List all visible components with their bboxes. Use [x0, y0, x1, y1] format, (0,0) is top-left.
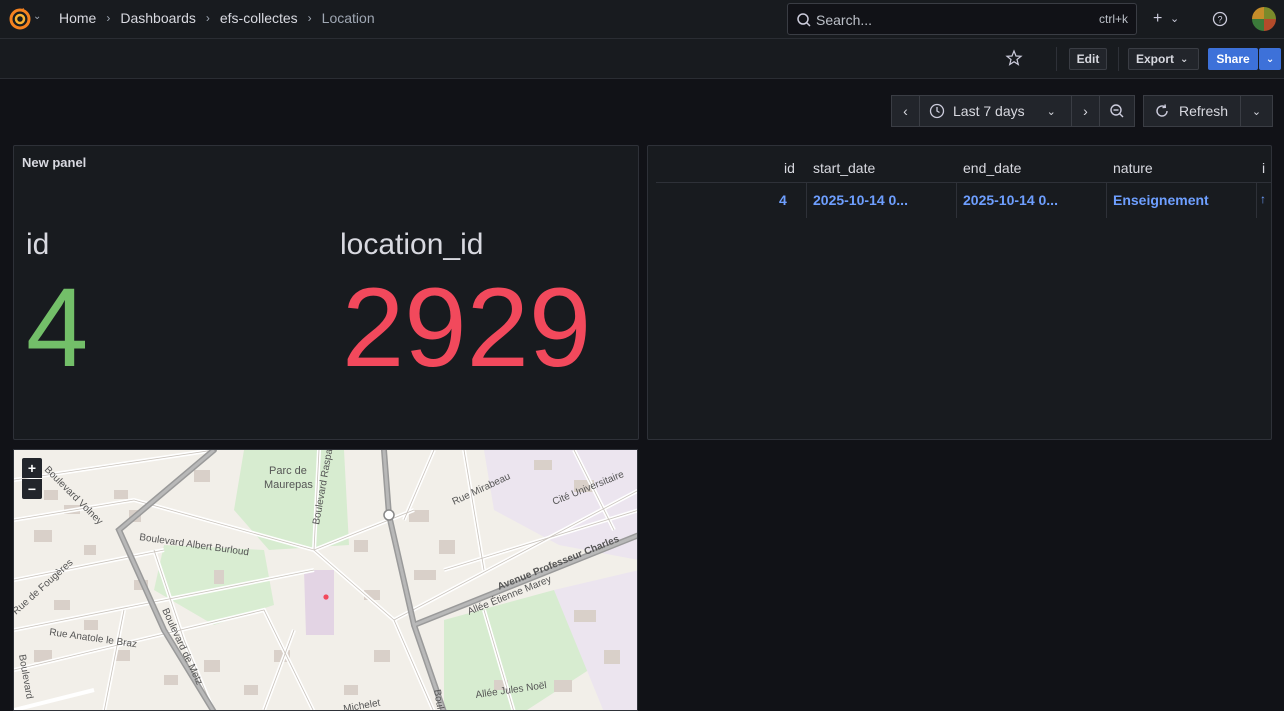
- table-header-nature[interactable]: nature: [1113, 160, 1153, 176]
- table-cell-start-date[interactable]: 2025-10-14 0...: [813, 192, 908, 208]
- table-header-id[interactable]: id: [784, 160, 795, 176]
- column-divider: [1106, 182, 1107, 218]
- time-range-forward-button[interactable]: ›: [1071, 95, 1100, 127]
- table-header-start-date[interactable]: start_date: [813, 160, 875, 176]
- map-label: Boulevard: [16, 654, 35, 700]
- divider: [1118, 47, 1119, 71]
- stat-label-location-id: location_id: [340, 228, 484, 261]
- search-input[interactable]: [816, 10, 1076, 30]
- divider: [1056, 47, 1057, 71]
- map-label: Rue Anatole le Braz: [49, 627, 138, 650]
- chevron-down-icon: ⌄: [1180, 53, 1189, 65]
- export-label: Export: [1136, 52, 1175, 66]
- breadcrumb-separator-icon: ›: [307, 11, 312, 25]
- chevron-down-icon: ⌄: [1046, 105, 1056, 118]
- zoom-out-time-button[interactable]: [1099, 95, 1135, 127]
- map-label: Boulevard de Metz: [159, 607, 204, 687]
- chevron-down-icon[interactable]: ⌄: [1170, 10, 1179, 28]
- map-tiles[interactable]: Parc de Maurepas Boulevard Volney Boulev…: [14, 450, 638, 711]
- breadcrumb-current: Location: [321, 10, 375, 26]
- stat-value-id: 4: [26, 265, 89, 390]
- refresh-icon: [1156, 104, 1168, 117]
- search-box[interactable]: ctrl+k: [787, 3, 1137, 35]
- column-divider: [806, 182, 807, 218]
- refresh-label: Refresh: [1179, 103, 1229, 119]
- stat-panel[interactable]: New panel id 4 location_id 2929: [13, 145, 639, 440]
- zoom-out-icon: [1110, 104, 1124, 118]
- map-label: Parc de: [269, 465, 307, 477]
- map-zoom-out-button[interactable]: −: [22, 479, 42, 499]
- grafana-logo-icon[interactable]: [8, 7, 32, 31]
- search-icon: [797, 13, 811, 27]
- breadcrumb-separator-icon: ›: [106, 11, 111, 25]
- breadcrumb-home[interactable]: Home: [59, 10, 96, 26]
- breadcrumb-dashboards[interactable]: Dashboards: [120, 10, 196, 26]
- table-header-end-date[interactable]: end_date: [963, 160, 1021, 176]
- svg-text:?: ?: [1217, 15, 1222, 25]
- plus-icon[interactable]: +: [1153, 10, 1162, 28]
- column-divider: [1256, 182, 1257, 218]
- top-navbar: ⌄ Home › Dashboards › efs-collectes › Lo…: [0, 0, 1284, 39]
- edit-button[interactable]: Edit: [1069, 48, 1107, 70]
- table-cell-end-date[interactable]: 2025-10-14 0...: [963, 192, 1058, 208]
- location-marker[interactable]: [323, 594, 329, 600]
- share-menu-chevron-icon[interactable]: ⌄: [1259, 48, 1281, 70]
- map-label: Maurepas: [264, 479, 313, 491]
- search-shortcut: ctrl+k: [1098, 12, 1128, 26]
- avatar[interactable]: [1252, 7, 1276, 31]
- table-cell-id[interactable]: 4: [779, 192, 787, 208]
- chevron-down-icon[interactable]: ⌄: [33, 11, 41, 22]
- dashboard-toolbar: Edit Export ⌄ Share ⌄: [0, 39, 1284, 79]
- map-label: Michelet: [343, 698, 382, 711]
- map-zoom-in-button[interactable]: +: [22, 458, 42, 478]
- star-icon[interactable]: [1005, 49, 1023, 67]
- panel-title: New panel: [22, 155, 87, 170]
- column-divider: [956, 182, 957, 218]
- time-range-back-button[interactable]: ‹: [891, 95, 920, 127]
- table-cell-truncated[interactable]: ↑: [1260, 192, 1266, 206]
- breadcrumb-separator-icon: ›: [205, 11, 210, 25]
- breadcrumb: Home › Dashboards › efs-collectes › Loca…: [59, 10, 375, 26]
- clock-icon: [929, 103, 945, 119]
- time-range-picker[interactable]: Last 7 days ⌄: [919, 95, 1072, 127]
- stat-value-location-id: 2929: [342, 265, 592, 390]
- stat-label-id: id: [26, 228, 50, 261]
- share-button[interactable]: Share: [1208, 48, 1258, 70]
- table-panel[interactable]: id start_date end_date nature i 4 2025-1…: [647, 145, 1272, 440]
- table-cell-nature[interactable]: Enseignement: [1113, 192, 1209, 208]
- time-range-label: Last 7 days: [953, 103, 1025, 119]
- refresh-button[interactable]: Refresh: [1143, 95, 1241, 127]
- table-header-divider: [656, 182, 1272, 183]
- map-panel[interactable]: Parc de Maurepas Boulevard Volney Boulev…: [13, 449, 638, 711]
- table-header-truncated[interactable]: i: [1262, 160, 1265, 176]
- help-icon[interactable]: ?: [1212, 11, 1228, 27]
- breadcrumb-folder[interactable]: efs-collectes: [220, 10, 298, 26]
- refresh-interval-chevron-icon[interactable]: ⌄: [1240, 95, 1273, 127]
- export-button[interactable]: Export ⌄: [1128, 48, 1199, 70]
